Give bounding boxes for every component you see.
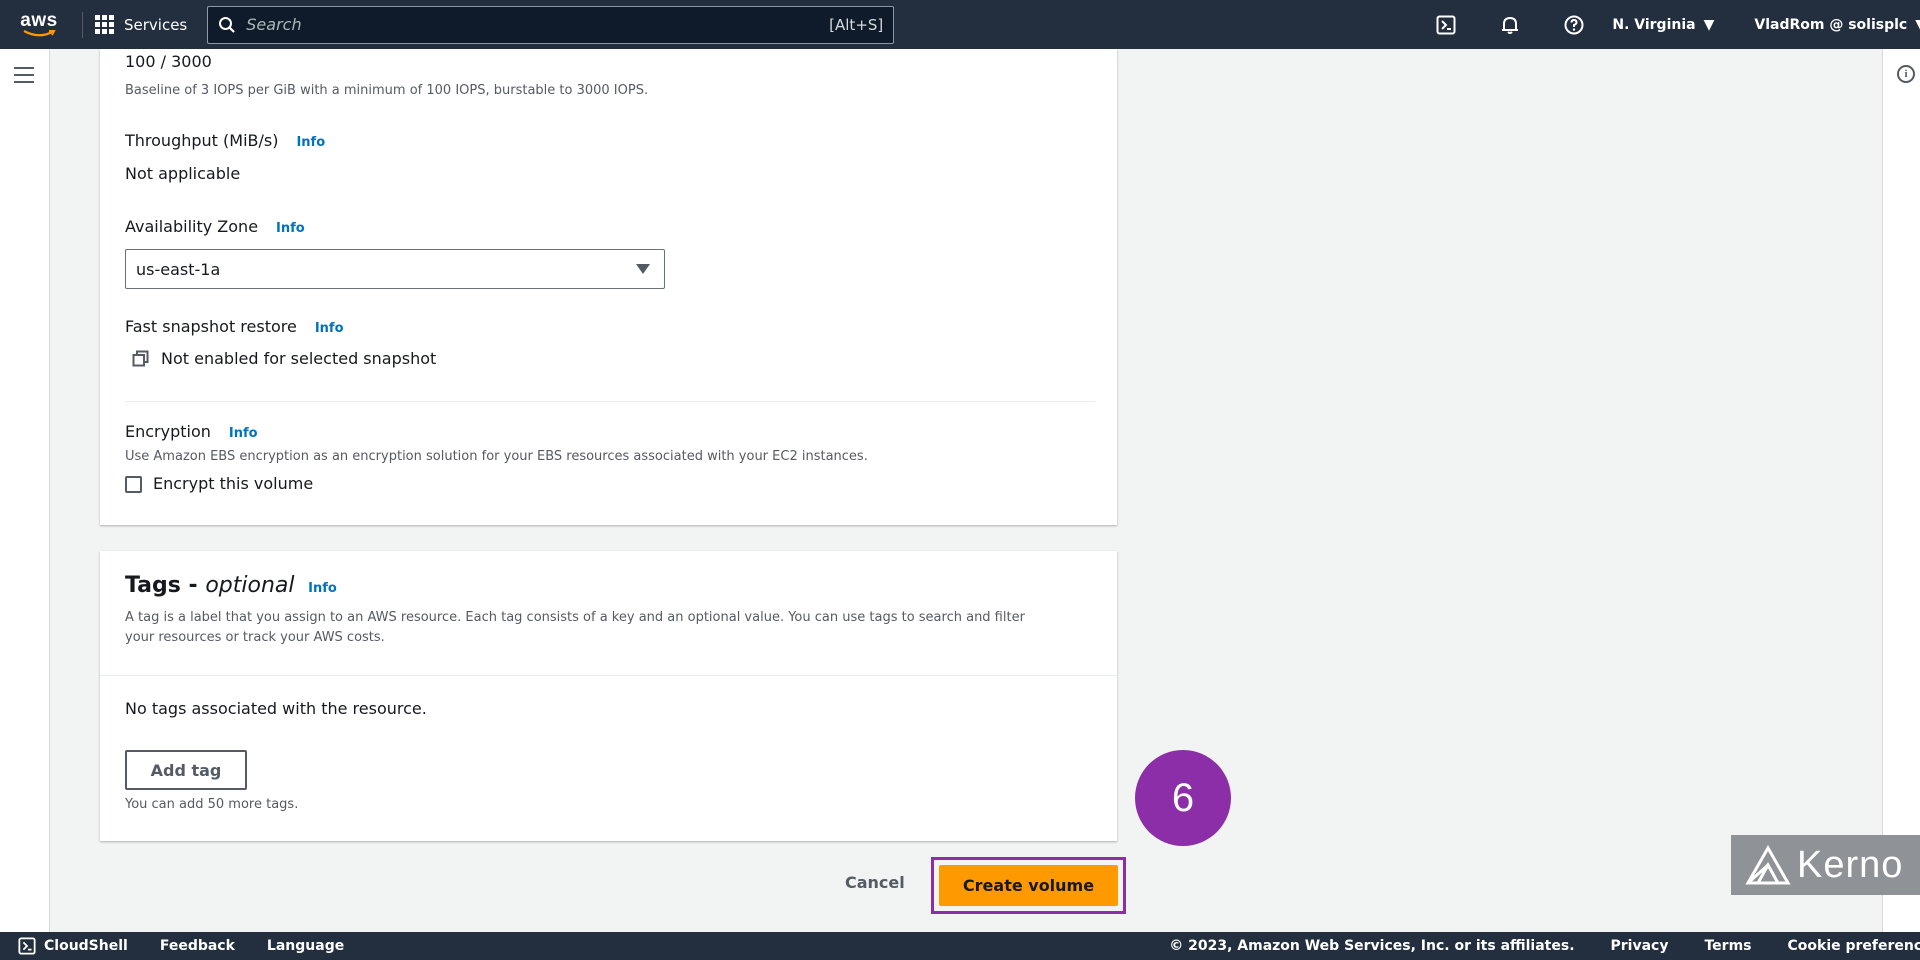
section-divider [100, 675, 1117, 676]
cancel-button[interactable]: Cancel [845, 873, 905, 892]
volume-settings-panel: 100 / 3000 Baseline of 3 IOPS per GiB wi… [100, 49, 1117, 525]
encryption-hint: Use Amazon EBS encryption as an encrypti… [125, 449, 868, 464]
nav-divider [82, 11, 83, 38]
availability-zone-select[interactable]: us-east-1a [125, 249, 665, 289]
search-box[interactable]: [Alt+S] [207, 5, 895, 44]
top-navigation: aws Services [Alt+S] [0, 0, 1920, 49]
footer-cloudshell-link[interactable]: CloudShell [18, 937, 128, 955]
kerno-watermark-text: Kerno [1797, 843, 1904, 886]
copy-icon [132, 350, 149, 367]
caret-down-icon: ▼ [1703, 16, 1715, 33]
tags-heading: Tags - optional Info [125, 573, 337, 598]
menu-icon[interactable] [14, 67, 34, 83]
notifications-button[interactable] [1478, 0, 1542, 49]
tags-remaining-hint: You can add 50 more tags. [125, 797, 299, 812]
tags-title-text: Tags - [125, 573, 198, 598]
caret-down-icon [636, 264, 650, 274]
footer-feedback-link[interactable]: Feedback [160, 938, 235, 954]
footer-privacy-link[interactable]: Privacy [1611, 938, 1669, 954]
throughput-info-link[interactable]: Info [296, 135, 325, 150]
footer-cookie-preferences-link[interactable]: Cookie preferences [1788, 938, 1920, 954]
region-label: N. Virginia [1612, 16, 1696, 33]
smile-arrow-icon [23, 29, 56, 36]
step-number-badge: 6 [1135, 750, 1231, 846]
fast-snapshot-restore-info-link[interactable]: Info [315, 321, 344, 336]
throughput-value: Not applicable [125, 164, 241, 183]
footer-cloudshell-label: CloudShell [44, 938, 128, 954]
tags-panel: Tags - optional Info A tag is a label th… [100, 551, 1117, 841]
fast-snapshot-restore-value: Not enabled for selected snapshot [161, 349, 437, 368]
terminal-icon [18, 937, 36, 955]
left-navigation-rail [0, 49, 50, 932]
account-menu[interactable]: VladRom @ solisplc ▼ [1754, 17, 1920, 33]
footer-terms-link[interactable]: Terms [1704, 938, 1751, 954]
tags-title-optional: optional [205, 573, 295, 598]
tags-description-line1: A tag is a label that you assign to an A… [125, 610, 1025, 625]
throughput-label: Throughput (MiB/s) [125, 131, 279, 150]
kerno-watermark: Kerno [1731, 835, 1920, 895]
search-shortcut-hint: [Alt+S] [829, 15, 884, 34]
tags-info-link[interactable]: Info [308, 581, 337, 596]
services-label: Services [124, 15, 188, 34]
fast-snapshot-restore-label: Fast snapshot restore [125, 317, 297, 336]
encrypt-volume-checkbox[interactable] [125, 476, 142, 493]
tags-empty-text: No tags associated with the resource. [125, 699, 427, 718]
aws-logo[interactable]: aws [8, 0, 70, 49]
console-footer: CloudShell Feedback Language © 2023, Ama… [0, 932, 1920, 960]
help-button[interactable] [1542, 0, 1606, 49]
encryption-label: Encryption [125, 422, 211, 441]
grid-icon [95, 15, 114, 34]
region-selector[interactable]: N. Virginia ▼ [1612, 17, 1714, 33]
encrypt-volume-label[interactable]: Encrypt this volume [153, 474, 313, 493]
add-tag-button[interactable]: Add tag [125, 750, 247, 790]
bell-icon [1502, 16, 1519, 34]
account-label: VladRom @ solisplc [1754, 16, 1908, 33]
availability-zone-label: Availability Zone [125, 217, 259, 236]
help-icon [1564, 15, 1584, 34]
footer-language-link[interactable]: Language [267, 938, 344, 954]
info-icon[interactable]: i [1897, 65, 1915, 83]
encryption-info-link[interactable]: Info [229, 426, 258, 441]
right-tools-rail: i [1882, 49, 1920, 932]
kerno-logo-icon [1745, 844, 1791, 885]
tags-description-line2: your resources or track your AWS costs. [125, 630, 385, 645]
section-divider [125, 401, 1095, 402]
terminal-icon [1436, 15, 1456, 34]
iops-value: 100 / 3000 [125, 52, 212, 71]
iops-hint: Baseline of 3 IOPS per GiB with a minimu… [125, 83, 649, 98]
search-icon [219, 16, 236, 33]
availability-zone-selected-value: us-east-1a [136, 259, 221, 279]
services-menu-button[interactable]: Services [95, 0, 195, 49]
search-input[interactable] [246, 15, 830, 34]
caret-down-icon: ▼ [1915, 17, 1920, 33]
create-volume-button[interactable]: Create volume [939, 865, 1118, 906]
footer-copyright: © 2023, Amazon Web Services, Inc. or its… [1169, 938, 1575, 954]
availability-zone-info-link[interactable]: Info [276, 221, 305, 236]
cloudshell-button[interactable] [1414, 0, 1478, 49]
